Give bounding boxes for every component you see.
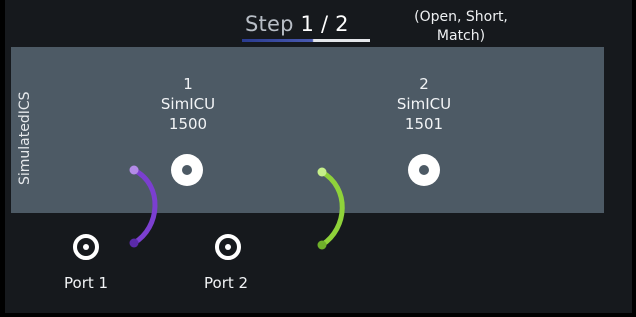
cable-1-end-icon xyxy=(129,238,139,248)
port-2-icon[interactable] xyxy=(215,234,241,260)
cable-2-end-icon xyxy=(317,240,327,250)
port-1-icon[interactable] xyxy=(73,234,99,260)
cable-connections xyxy=(129,165,345,250)
port-2-label: Port 2 xyxy=(204,274,249,292)
cable-2[interactable] xyxy=(319,169,345,248)
cable-1-end-icon xyxy=(129,165,139,175)
port-1-label: Port 1 xyxy=(64,274,109,292)
cable-1[interactable] xyxy=(131,167,158,246)
cable-2-end-icon xyxy=(317,167,327,177)
